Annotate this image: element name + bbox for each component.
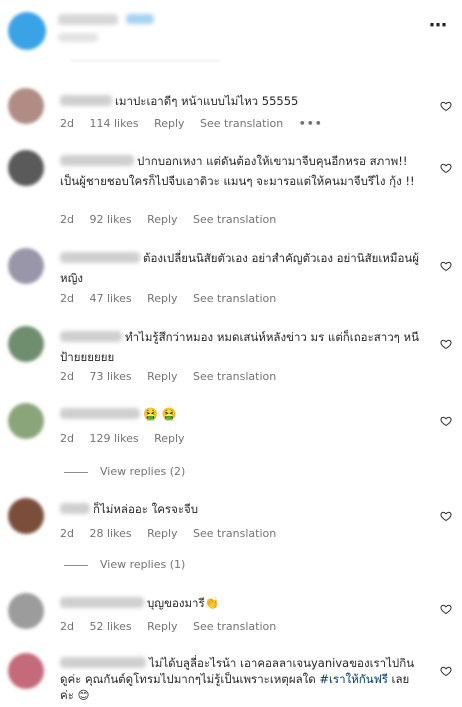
commenter-avatar[interactable] (8, 150, 44, 186)
like-heart-icon[interactable] (440, 415, 452, 427)
replies-line (64, 564, 88, 566)
view-replies-button[interactable]: View replies (1) (64, 558, 185, 572)
comment-body: 🤮 🤮 (143, 407, 177, 421)
see-translation-link[interactable]: See translation (200, 117, 283, 130)
comment-text: ต้องเปลี่ยนนิสัยตัวเอง อย่าสำคัญตัวเอง อ… (60, 248, 420, 288)
commenter-avatar[interactable] (8, 653, 44, 689)
see-translation-link[interactable]: See translation (193, 527, 276, 540)
reply-button[interactable]: Reply (154, 432, 184, 445)
comment-body: ก็ไม่หล่ออะ ใครจะจีบ (93, 502, 199, 516)
view-replies-label: View replies (1) (100, 558, 186, 571)
comment-likes[interactable]: 52 likes (89, 620, 131, 633)
comment-likes[interactable]: 129 likes (89, 432, 138, 445)
reply-button[interactable]: Reply (147, 527, 177, 540)
comment-body: เมาปะเอาดีๆ หน้าแบบไม่ไหว 55555 (115, 94, 299, 108)
comment-text: ปากบอกเหงา แต่ดันต้องให้เขามาจีบคุนอีกหร… (60, 151, 420, 191)
comment-meta: 2d 28 likes Reply See translation (60, 527, 288, 541)
commenter-avatar[interactable] (8, 403, 44, 439)
comment-meta: 2d 73 likes Reply See translation (60, 370, 288, 384)
like-heart-icon[interactable] (440, 100, 452, 112)
commenter-avatar[interactable] (8, 498, 44, 534)
comment-meta: 2d 114 likes Reply See translation ••• (60, 117, 335, 131)
reply-button[interactable]: Reply (147, 620, 177, 633)
reply-button[interactable]: Reply (147, 370, 177, 383)
more-options-icon[interactable]: ⋯ (429, 16, 448, 36)
comment-meta: 2d 129 likes Reply (60, 432, 197, 446)
commenter-name-blurred[interactable] (60, 408, 140, 419)
comment-meta: 2d 52 likes Reply See translation (60, 620, 288, 634)
comment-time: 2d (60, 117, 74, 130)
comment-text: เมาปะเอาดีๆ หน้าแบบไม่ไหว 55555 (60, 91, 420, 111)
comment-meta: 2d 92 likes Reply See translation (60, 213, 288, 227)
comment-time: 2d (60, 292, 74, 305)
commenter-avatar[interactable] (8, 248, 44, 284)
see-translation-link[interactable]: See translation (193, 620, 276, 633)
reply-button[interactable]: Reply (147, 213, 177, 226)
comment-time: 2d (60, 620, 74, 633)
comment-likes[interactable]: 92 likes (89, 213, 131, 226)
commenter-avatar[interactable] (8, 593, 44, 629)
poster-subtitle-blurred (58, 33, 98, 42)
comment-likes[interactable]: 73 likes (89, 370, 131, 383)
like-heart-icon[interactable] (440, 338, 452, 350)
view-replies-label: View replies (2) (100, 465, 186, 478)
comment-body: บุญของมารี👏 (147, 596, 220, 610)
view-replies-button[interactable]: View replies (2) (64, 465, 185, 479)
like-heart-icon[interactable] (440, 162, 452, 174)
see-translation-link[interactable]: See translation (193, 292, 276, 305)
like-heart-icon[interactable] (440, 510, 452, 522)
comment-time: 2d (60, 527, 74, 540)
comment-text: บุญของมารี👏 (60, 593, 420, 613)
comment-time: 2d (60, 213, 74, 226)
header-divider (70, 60, 220, 61)
replies-line (64, 471, 88, 473)
reply-button[interactable]: Reply (154, 117, 184, 130)
comment-time: 2d (60, 432, 74, 445)
comment-text: ทำไมรู้สึกว่าหมอง หมดเสน่ห์หลังข่าว มร แ… (60, 327, 420, 367)
reply-button[interactable]: Reply (147, 292, 177, 305)
commenter-name-blurred[interactable] (60, 597, 144, 608)
like-heart-icon[interactable] (440, 665, 452, 677)
commenter-name-blurred[interactable] (60, 252, 140, 263)
commenter-avatar[interactable] (8, 88, 44, 124)
poster-avatar[interactable] (8, 12, 46, 50)
post-header: ⋯ (0, 0, 462, 62)
comment-text: ก็ไม่หล่ออะ ใครจะจีบ (60, 499, 420, 519)
more-dots-icon[interactable]: ••• (299, 117, 323, 130)
commenter-name-blurred[interactable] (60, 155, 134, 166)
comment-meta: 2d 47 likes Reply See translation (60, 292, 288, 306)
poster-tag-blurred (126, 14, 154, 24)
comment-likes[interactable]: 28 likes (89, 527, 131, 540)
comment-text: 🤮 🤮 (60, 404, 420, 424)
comment-likes[interactable]: 47 likes (89, 292, 131, 305)
comment-likes[interactable]: 114 likes (89, 117, 138, 130)
commenter-name-blurred[interactable] (60, 331, 122, 342)
comment-time: 2d (60, 370, 74, 383)
commenter-name-blurred[interactable] (60, 95, 112, 106)
hashtag-link[interactable]: #เราให้กันฟรี (319, 672, 388, 686)
like-heart-icon[interactable] (440, 603, 452, 615)
commenter-avatar[interactable] (8, 326, 44, 362)
commenter-name-blurred[interactable] (60, 503, 90, 514)
see-translation-link[interactable]: See translation (193, 213, 276, 226)
see-translation-link[interactable]: See translation (193, 370, 276, 383)
poster-username-blurred[interactable] (58, 14, 118, 25)
commenter-name-blurred[interactable] (60, 657, 146, 668)
like-heart-icon[interactable] (440, 260, 452, 272)
comment-text: ไม่ได้บลูลี่อะไรน้า เอาคอลลาเจนyanivaของ… (60, 655, 420, 703)
